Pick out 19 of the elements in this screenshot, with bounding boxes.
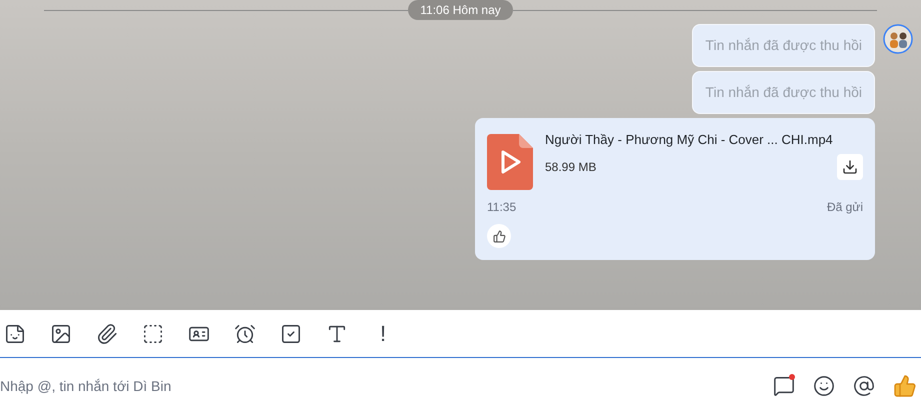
download-icon — [842, 158, 858, 174]
paperclip-icon[interactable] — [95, 322, 119, 346]
delivery-status: Đã gửi — [826, 199, 863, 216]
message-input[interactable]: Nhập @, tin nhắn tới Dì Bin — [0, 376, 773, 396]
recalled-message: Tin nhắn đã được thu hồi — [692, 24, 875, 67]
download-button[interactable] — [837, 154, 863, 180]
thumbs-up-icon — [492, 230, 506, 242]
recalled-message: Tin nhắn đã được thu hồi — [692, 71, 875, 114]
avatar[interactable] — [883, 24, 913, 54]
mention-icon[interactable] — [853, 375, 875, 397]
date-separator: 11:06 Hôm nay — [408, 0, 513, 20]
important-button[interactable]: ! — [371, 317, 395, 350]
file-size: 58.99 MB — [545, 158, 596, 176]
like-button[interactable] — [487, 224, 511, 248]
emoji-icon[interactable] — [813, 375, 835, 397]
message-time: 11:35 — [487, 199, 516, 216]
file-name: Người Thầy - Phương Mỹ Chi - Cover ... CHI.mp4 — [545, 131, 834, 149]
video-file-icon — [487, 134, 533, 190]
thumbs-up-icon[interactable] — [893, 374, 917, 398]
